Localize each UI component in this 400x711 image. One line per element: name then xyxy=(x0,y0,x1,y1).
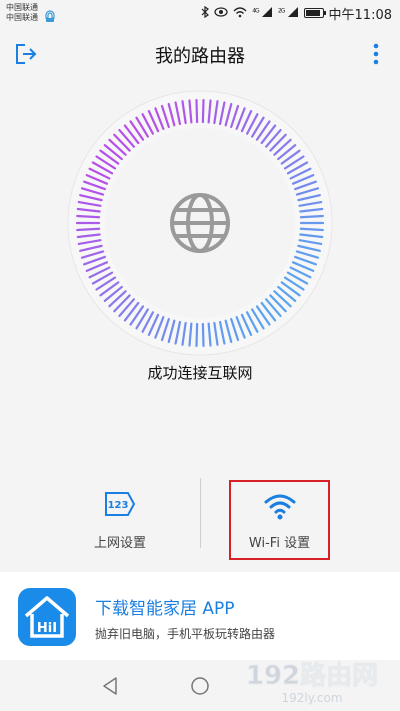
svg-text:192ly.com: 192ly.com xyxy=(281,691,342,705)
internet-setup-label: 上网设置 xyxy=(93,536,146,551)
wifi-setup-button[interactable]: Wi-Fi 设置 xyxy=(229,480,330,560)
carrier-1: 中国联通 xyxy=(6,3,38,12)
home-icon[interactable] xyxy=(190,676,210,696)
status-icons: 4G 2G 中午11:08 xyxy=(201,4,392,23)
internet-setup-icon: 123 xyxy=(105,492,136,516)
status-bar: 中国联通 中国联通 4G 2G 中午11:08 xyxy=(0,0,400,26)
signal-2: 2G xyxy=(278,6,299,20)
ring-tick xyxy=(299,227,324,232)
action-divider xyxy=(200,478,201,548)
ring-tick xyxy=(299,214,324,219)
ring-tick xyxy=(201,322,205,348)
wifi-status-icon xyxy=(233,6,247,21)
wifi-icon xyxy=(264,494,295,520)
ring-tick xyxy=(76,214,101,219)
ring-tick xyxy=(195,98,199,124)
watermark-logo: 192路由网 192ly.com xyxy=(245,660,378,706)
ring-tick xyxy=(201,98,205,124)
carrier-2: 中国联通 xyxy=(6,13,38,22)
promo-title: 下载智能家居 APP xyxy=(95,599,235,619)
clock: 中午11:08 xyxy=(328,7,392,23)
back-icon[interactable] xyxy=(100,676,120,696)
eye-icon xyxy=(214,6,228,20)
svg-text:HiI: HiI xyxy=(37,621,57,636)
promo-subtitle: 抛弃旧电脑，手机平板玩转路由器 xyxy=(95,627,276,641)
connection-status: 成功连接互联网 xyxy=(147,364,253,382)
svg-text:123: 123 xyxy=(108,500,129,511)
router-status-ring xyxy=(67,90,333,356)
smart-home-app-icon: HiI xyxy=(18,588,76,646)
page-title: 我的路由器 xyxy=(155,46,245,67)
battery-level xyxy=(305,10,320,16)
ring-tick xyxy=(76,227,101,232)
bluetooth-icon xyxy=(201,5,210,21)
wifi-setup-label: Wi-Fi 设置 xyxy=(248,536,311,551)
title-bar: 我的路由器 xyxy=(0,30,400,76)
more-vertical-icon[interactable] xyxy=(372,42,380,66)
battery-icon xyxy=(303,8,326,18)
signal-1: 4G xyxy=(252,6,273,20)
download-app-banner[interactable]: HiI 下载智能家居 APP 抛弃旧电脑，手机平板玩转路由器 xyxy=(0,572,400,660)
hd-call-icon xyxy=(45,10,55,22)
svg-text:192路由网: 192路由网 xyxy=(246,660,378,691)
ring-tick xyxy=(195,322,199,348)
internet-setup-button[interactable]: 123 上网设置 xyxy=(45,480,195,560)
